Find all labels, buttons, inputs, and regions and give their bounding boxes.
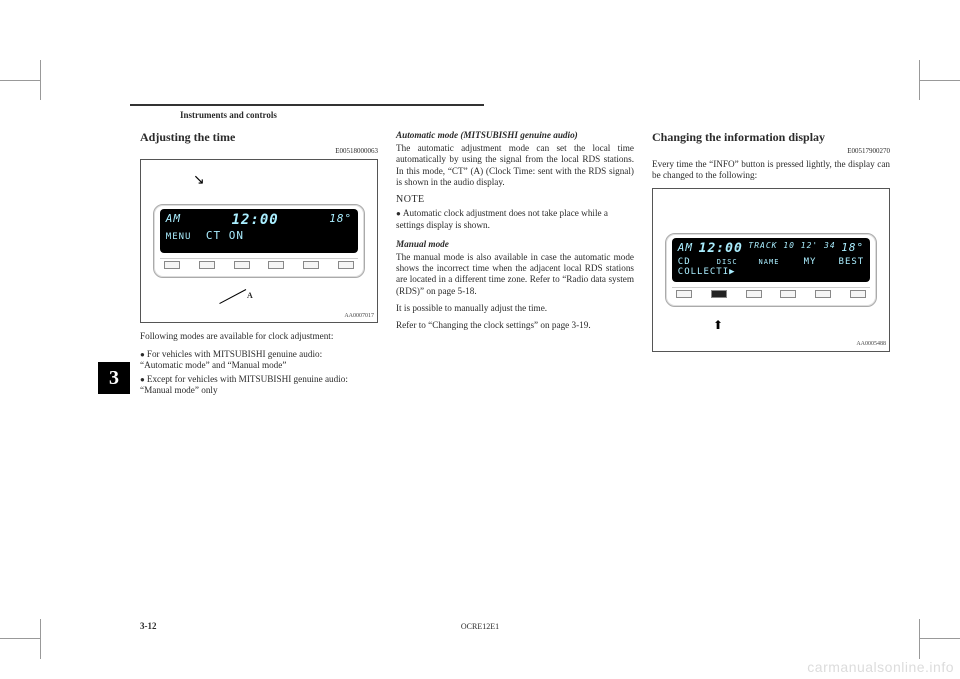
page: Instruments and controls 3 Adjusting the… <box>60 70 900 659</box>
radio-clock: 12:00 <box>232 212 279 229</box>
radio-unit: AM 12:00 TRACK 10 12' 34 18° CD DISC NAM… <box>665 233 877 307</box>
radio-status: CT ON <box>206 229 244 242</box>
illustration-id: AA0007017 <box>344 313 374 320</box>
content-columns: Adjusting the time E00518000063 ↘ AM 12:… <box>140 130 890 402</box>
heading-adjusting-time: Adjusting the time <box>140 130 378 145</box>
radio-menu: MENU <box>166 232 192 242</box>
pointer-down-icon: ↘ <box>193 172 205 189</box>
radio-unit: AM 12:00 18° MENU CT ON <box>153 204 365 278</box>
paragraph: It is possible to manually adjust the ti… <box>396 303 634 314</box>
radio-temp: 18° <box>841 241 864 257</box>
list-item: Except for vehicles with MITSUBISHI genu… <box>140 374 378 396</box>
radio-temp: 18° <box>329 212 352 229</box>
heading-automatic-mode: Automatic mode (MITSUBISHI genuine audio… <box>396 130 634 141</box>
leader-line <box>219 289 246 304</box>
page-number: 3-12 <box>140 621 157 631</box>
radio-track: TRACK 10 12' 34 <box>748 241 835 257</box>
illustration-radio-ct: ↘ AM 12:00 18° MENU CT ON <box>140 159 378 323</box>
paragraph: Refer to “Changing the clock settings” o… <box>396 320 634 331</box>
radio-buttons-row <box>160 258 358 271</box>
heading-manual-mode: Manual mode <box>396 239 634 250</box>
list-item: For vehicles with MITSUBISHI genuine aud… <box>140 349 378 371</box>
column-1: Adjusting the time E00518000063 ↘ AM 12:… <box>140 130 378 402</box>
paragraph: Every time the “INFO” button is pressed … <box>652 159 890 181</box>
list-item: Automatic clock adjustment does not take… <box>396 208 634 230</box>
illustration-radio-info: AM 12:00 TRACK 10 12' 34 18° CD DISC NAM… <box>652 188 890 352</box>
column-3: Changing the information display E005179… <box>652 130 890 402</box>
label-a: A <box>247 291 253 301</box>
note-list: Automatic clock adjustment does not take… <box>396 208 634 230</box>
paragraph: The automatic adjustment mode can set th… <box>396 143 634 188</box>
doc-id: E00517900270 <box>652 147 890 156</box>
mode-list: For vehicles with MITSUBISHI genuine aud… <box>140 349 378 397</box>
note-heading: NOTE <box>396 194 634 206</box>
illustration-id: AA0005488 <box>856 341 886 348</box>
radio-clock: 12:00 <box>699 241 743 257</box>
radio-buttons-row <box>672 287 870 300</box>
doc-id: E00518000063 <box>140 147 378 156</box>
book-code: OCRE12E1 <box>461 622 499 631</box>
radio-band: AM <box>166 212 181 229</box>
intro-text: Following modes are available for clock … <box>140 331 378 342</box>
watermark: carmanualsonline.info <box>807 659 954 675</box>
radio-screen: AM 12:00 TRACK 10 12' 34 18° CD DISC NAM… <box>672 238 870 282</box>
chapter-tab: 3 <box>98 362 130 394</box>
header-rule <box>130 104 900 106</box>
header-section-title: Instruments and controls <box>180 110 277 120</box>
pointer-up-icon: ⬆ <box>713 318 723 333</box>
column-2: Automatic mode (MITSUBISHI genuine audio… <box>396 130 634 402</box>
radio-band: AM <box>678 241 693 257</box>
paragraph: The manual mode is also available in cas… <box>396 252 634 297</box>
heading-changing-display: Changing the information display <box>652 130 890 145</box>
radio-source: CD <box>678 257 691 267</box>
radio-screen: AM 12:00 18° MENU CT ON <box>160 209 358 253</box>
radio-disc-label: DISC NAME <box>717 258 780 266</box>
